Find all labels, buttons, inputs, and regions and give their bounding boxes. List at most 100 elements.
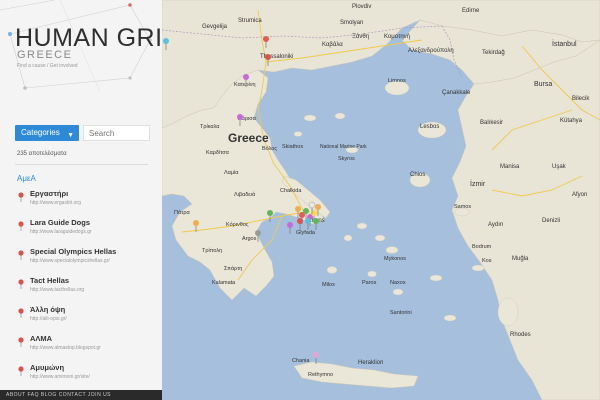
map-label-samos: Samos — [454, 204, 471, 210]
map-label-argos: Argos — [242, 236, 257, 242]
map-pin-icon — [18, 192, 24, 202]
filter-bar: Categories ▼ — [15, 125, 150, 141]
map-label-xanthi: Ξάνθη — [352, 33, 369, 40]
sidebar: HUMAN GRID GREECE Find a cause / Get inv… — [0, 0, 163, 400]
footer-nav[interactable]: ABOUT FAQ BLOG CONTACT JOIN US — [0, 390, 162, 400]
map-pin-icon — [18, 337, 24, 347]
item-name[interactable]: Εργαστήρι — [30, 189, 68, 198]
results-count: 235 αποτελέσματα — [17, 151, 67, 157]
brand-area: HUMAN GRID GREECE Find a cause / Get inv… — [0, 0, 162, 92]
map-label-chios: Chios — [410, 172, 425, 178]
map-label-usak: Uşak — [552, 164, 567, 170]
item-url[interactable]: http://www.tacthellas.org — [30, 287, 84, 293]
map-label-naxos: Naxos — [390, 280, 406, 286]
map-label-bursa: Bursa — [534, 81, 552, 88]
map-label-bodrum: Bodrum — [472, 244, 492, 250]
search-input[interactable] — [83, 125, 150, 141]
map-pin-icon — [18, 308, 24, 318]
map-label-chania: Chania — [292, 358, 310, 364]
item-url[interactable]: http://www.specialolympicshellas.gr/ — [30, 258, 110, 264]
map-label-strumica: Strumica — [238, 18, 262, 24]
item-url[interactable]: http://www.almastop.blogspot.gr — [30, 345, 101, 351]
item-name[interactable]: Tact Hellas — [30, 276, 69, 285]
map-label-mugla: Muğla — [512, 256, 529, 262]
map-label-rhodes: Rhodes — [510, 332, 531, 338]
map-label-gevgelija: Gevgelija — [202, 24, 228, 30]
map-label-kavala: Καβάλα — [322, 41, 343, 48]
map-label-chalkida: Chalkida — [280, 188, 302, 194]
list-item[interactable]: Tact Hellas http://www.tacthellas.org — [0, 274, 162, 300]
item-name[interactable]: Special Olympics Hellas — [30, 247, 116, 256]
map-label-mykonos: Mykonos — [384, 256, 406, 262]
item-name[interactable]: Άλλη όψη — [30, 305, 65, 314]
item-url[interactable]: http://www.amimoni.gr/site/ — [30, 374, 90, 380]
brand-title[interactable]: HUMAN GRID — [15, 26, 162, 51]
caret-down-icon: ▼ — [67, 132, 74, 139]
map-label-alexandroupoli: Αλεξανδρούπολη — [408, 48, 454, 54]
list-item[interactable]: Εργαστήρι http://www.ergastiri.org — [0, 187, 162, 213]
map-pin-icon — [18, 250, 24, 260]
map-label-edirne: Edirne — [462, 8, 480, 14]
map-label-lamia: Λαμία — [224, 170, 239, 176]
map-country-label: Greece — [228, 131, 269, 145]
map-label-tekirdag: Tekirdağ — [482, 50, 505, 56]
map-label-volos: Βόλος — [262, 145, 277, 152]
map-label-plovdiv: Plovdiv — [352, 4, 371, 10]
list-item[interactable]: Άλλη όψη http://alli-opsi.gr/ — [0, 303, 162, 329]
list-item[interactable]: Special Olympics Hellas http://www.speci… — [0, 245, 162, 271]
map-label-komotini: Κομοτηνή — [384, 33, 410, 40]
map-label-milos: Milos — [322, 282, 335, 288]
map-label-aydin: Aydın — [488, 222, 503, 228]
map-label-skyros: Skyros — [338, 156, 355, 162]
map-label-denizli: Denizli — [542, 218, 560, 224]
item-url[interactable]: http://www.ergastiri.org — [30, 200, 81, 206]
map-label-paros: Paros — [362, 280, 377, 286]
map-label-korinthos: Κόρινθος — [226, 221, 249, 228]
map-label-afyon: Afyon — [572, 192, 587, 198]
map-pin-icon — [18, 279, 24, 289]
category-heading: ΑμεΑ — [17, 174, 36, 183]
map-label-kos: Kos — [482, 258, 492, 264]
item-url[interactable]: http://www.laraguidedogs.gr — [30, 229, 92, 235]
map-view[interactable]: Gevgelija Strumica Thessaloniki Κατερίνη… — [162, 0, 600, 400]
list-item[interactable]: Lara Guide Dogs http://www.laraguidedogs… — [0, 216, 162, 242]
map-label-bilecik: Bilecik — [572, 96, 590, 102]
map-label-trikala: Τρίκαλα — [200, 124, 220, 130]
list-item[interactable]: Αμυμώνη http://www.amimoni.gr/site/ — [0, 361, 162, 387]
categories-label: Categories — [21, 128, 60, 137]
map-label-tripoli: Τρίπολη — [202, 248, 222, 254]
divider — [15, 164, 148, 165]
list-item[interactable]: ΑΛΜΑ http://www.almastop.blogspot.gr — [0, 332, 162, 358]
map-label-kutahya: Kütahya — [560, 118, 583, 124]
map-label-patra: Πάτρα — [174, 209, 190, 216]
map-pin-icon — [18, 221, 24, 231]
brand-subtitle: GREECE — [17, 49, 73, 61]
map-label-canakkale: Çanakkale — [442, 90, 471, 96]
map-label-smolyan: Smolyan — [340, 20, 363, 26]
map-label-lesbos: Lesbos — [420, 124, 439, 130]
map-label-karditsa: Καρδίτσα — [206, 150, 230, 156]
map-label-glyfada: Glyfada — [296, 230, 316, 236]
map-label-balikesir: Balıkesir — [480, 120, 503, 126]
map-label-sparti: Σπάρτη — [224, 265, 242, 272]
map-canvas[interactable]: Gevgelija Strumica Thessaloniki Κατερίνη… — [162, 0, 600, 400]
map-label-livadeia: Λιβαδειά — [234, 191, 256, 198]
item-name[interactable]: Αμυμώνη — [30, 363, 64, 372]
map-label-izmir: İzmir — [470, 179, 486, 188]
categories-dropdown[interactable]: Categories ▼ — [15, 125, 79, 141]
map-label-rethymno: Rethymno — [308, 372, 333, 378]
map-label-kalamata: Kalamata — [212, 280, 236, 286]
map-label-limnos: Limnos — [388, 78, 406, 84]
map-label-santorini: Santorini — [390, 310, 412, 316]
map-pin-icon — [18, 366, 24, 376]
map-label-heraklion: Heraklion — [358, 360, 383, 366]
organization-list: Εργαστήρι http://www.ergastiri.org Lara … — [0, 187, 162, 390]
brand-tagline: Find a cause / Get involved — [17, 63, 78, 69]
map-label-katerini: Κατερίνη — [234, 82, 256, 88]
item-url[interactable]: http://alli-opsi.gr/ — [30, 316, 67, 322]
map-label-skiathos: Skiathos — [282, 144, 303, 150]
map-label-marine-park: National Marine Park — [320, 144, 367, 150]
map-label-manisa: Manisa — [500, 164, 520, 170]
item-name[interactable]: ΑΛΜΑ — [30, 334, 52, 343]
item-name[interactable]: Lara Guide Dogs — [30, 218, 90, 227]
